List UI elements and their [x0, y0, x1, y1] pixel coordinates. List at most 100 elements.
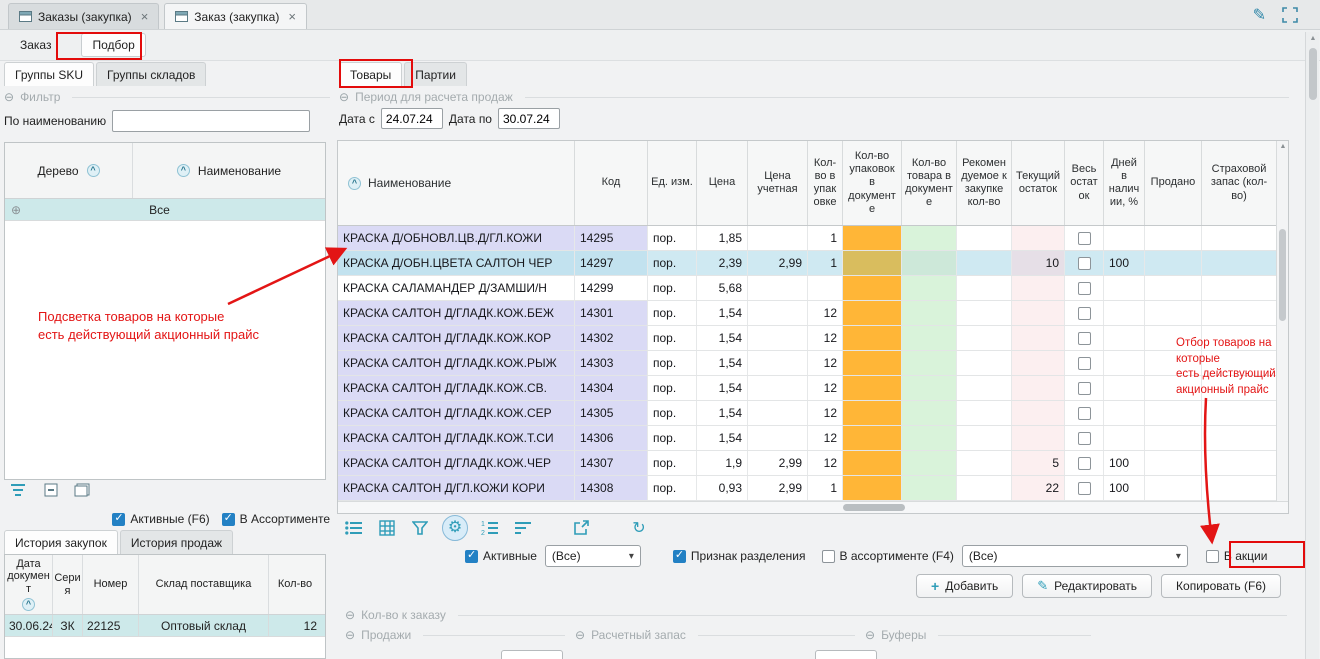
checkbox-checked-icon[interactable]: ✓: [112, 513, 125, 526]
fullscreen-icon[interactable]: [1282, 7, 1298, 23]
division-checkbox[interactable]: ✓ Признак разделения: [673, 549, 806, 563]
close-icon[interactable]: ×: [141, 9, 149, 24]
buffers-group-header[interactable]: ⊖ Буферы: [865, 628, 1091, 642]
filter-funnel-icon[interactable]: [409, 517, 431, 539]
cell-packs-in-doc[interactable]: [843, 426, 902, 450]
whole-stock-checkbox[interactable]: [1078, 382, 1091, 395]
add-button[interactable]: + Добавить: [916, 574, 1013, 598]
column-current-stock[interactable]: Текущий остаток: [1012, 141, 1065, 225]
settings-gear-icon[interactable]: ⚙: [442, 515, 468, 541]
column-goods-in-doc[interactable]: Кол-во товара в документе: [902, 141, 957, 225]
checkbox-unchecked-icon[interactable]: [1206, 550, 1219, 563]
column-days-available[interactable]: Дней в наличии, %: [1104, 141, 1145, 225]
group-filter-select[interactable]: (Все) ▾: [545, 545, 641, 567]
whole-stock-checkbox[interactable]: [1078, 482, 1091, 495]
table-row[interactable]: КРАСКА САЛТОН Д/ГЛАДК.КОЖ.БЕЖ 14301 пор.…: [338, 301, 1276, 326]
collapse-icon[interactable]: ⊖: [345, 629, 355, 641]
qty-group-header[interactable]: ⊖ Кол-во к заказу: [345, 608, 1287, 622]
scroll-up-icon[interactable]: ▲: [1277, 143, 1289, 150]
column-unit[interactable]: Ед. изм.: [648, 141, 697, 225]
checkbox-checked-icon[interactable]: ✓: [222, 513, 235, 526]
tab-purchase-history[interactable]: История закупок: [4, 530, 118, 554]
column-packs-in-doc[interactable]: Кол-во упаковок в документе: [843, 141, 902, 225]
edit-button[interactable]: ✎ Редактировать: [1022, 574, 1152, 598]
cut-off-control[interactable]: [501, 650, 563, 659]
whole-stock-checkbox[interactable]: [1078, 282, 1091, 295]
cell-packs-in-doc[interactable]: [843, 276, 902, 300]
open-external-icon[interactable]: [570, 517, 592, 539]
column-name[interactable]: ^ Наименование: [338, 141, 575, 225]
cut-off-control[interactable]: [815, 650, 877, 659]
tab-sku-groups[interactable]: Группы SKU: [4, 62, 94, 86]
column-sold[interactable]: Продано: [1145, 141, 1202, 225]
table-vertical-scrollbar[interactable]: ▲: [1276, 141, 1288, 501]
column-whole-stock[interactable]: Весь остаток: [1065, 141, 1104, 225]
whole-stock-checkbox[interactable]: [1078, 307, 1091, 320]
column-series[interactable]: Серия: [53, 555, 83, 614]
sort-icon[interactable]: ^: [348, 177, 361, 190]
edit-pencil-icon[interactable]: ✎: [1253, 5, 1266, 25]
tab-sales-history[interactable]: История продаж: [120, 530, 233, 554]
collapse-icon[interactable]: ⊖: [575, 629, 585, 641]
filter-group-header[interactable]: ⊖ Фильтр: [4, 90, 330, 104]
table-row[interactable]: КРАСКА САЛТОН Д/ГЛАДК.КОЖ.СВ. 14304 пор.…: [338, 376, 1276, 401]
doc-tab-order[interactable]: Заказ (закупка) ×: [164, 3, 307, 29]
cell-packs-in-doc[interactable]: [843, 401, 902, 425]
tab-warehouse-groups[interactable]: Группы складов: [96, 62, 206, 86]
filter-funnel-icon[interactable]: [10, 483, 28, 497]
assortment-checkbox[interactable]: ✓ В Ассортименте: [222, 512, 330, 526]
column-number[interactable]: Номер: [83, 555, 139, 614]
date-to-input[interactable]: [498, 108, 560, 129]
sort-icon[interactable]: ^: [87, 164, 100, 177]
whole-stock-checkbox[interactable]: [1078, 457, 1091, 470]
active-f6-checkbox[interactable]: ✓ Активные (F6): [112, 512, 209, 526]
expand-all-icon[interactable]: [74, 483, 90, 497]
history-row[interactable]: 30.06.24 ЗК 22125 Оптовый склад 12: [5, 615, 325, 637]
column-code[interactable]: Код: [575, 141, 648, 225]
table-row[interactable]: КРАСКА САЛТОН Д/ГЛАДК.КОЖ.РЫЖ 14303 пор.…: [338, 351, 1276, 376]
close-icon[interactable]: ×: [288, 9, 296, 24]
scrollbar-thumb[interactable]: [843, 504, 905, 511]
list-view-icon[interactable]: [343, 517, 365, 539]
column-safety-stock[interactable]: Страховой запас (кол-во): [1202, 141, 1276, 225]
cell-packs-in-doc[interactable]: [843, 476, 902, 500]
assortment-filter-select[interactable]: (Все) ▾: [962, 545, 1188, 567]
table-horizontal-scrollbar[interactable]: [338, 501, 1288, 513]
filter-name-input[interactable]: [112, 110, 310, 132]
column-qty[interactable]: Кол-во: [269, 555, 321, 614]
date-from-input[interactable]: [381, 108, 443, 129]
tab-order[interactable]: Заказ: [10, 34, 61, 56]
table-row[interactable]: КРАСКА САЛТОН Д/ГЛ.КОЖИ КОРИ 14308 пор. …: [338, 476, 1276, 501]
column-tree[interactable]: Дерево ^: [5, 143, 133, 198]
sort-icon[interactable]: ^: [177, 164, 190, 177]
cell-packs-in-doc[interactable]: [843, 226, 902, 250]
doc-tab-orders-list[interactable]: Заказы (закупка) ×: [8, 3, 159, 29]
cell-packs-in-doc[interactable]: [843, 301, 902, 325]
whole-stock-checkbox[interactable]: [1078, 432, 1091, 445]
table-row[interactable]: КРАСКА Д/ОБНОВЛ.ЦВ.Д/ГЛ.КОЖИ 14295 пор. …: [338, 226, 1276, 251]
tab-goods[interactable]: Товары: [339, 62, 402, 86]
expand-icon[interactable]: ⊕: [11, 203, 21, 217]
column-recommended-qty[interactable]: Рекомендуемое к закупке кол-во: [957, 141, 1012, 225]
collapse-icon[interactable]: ⊖: [339, 91, 349, 103]
scroll-up-icon[interactable]: ▲: [1306, 35, 1320, 42]
column-qty-per-pack[interactable]: Кол-во в упаковке: [808, 141, 843, 225]
column-price[interactable]: Цена: [697, 141, 748, 225]
active-checkbox[interactable]: ✓ Активные: [465, 549, 537, 563]
tab-batches[interactable]: Партии: [404, 62, 467, 86]
column-doc-date[interactable]: Дата документ^: [5, 555, 53, 614]
scrollbar-thumb[interactable]: [1309, 48, 1317, 100]
grid-view-icon[interactable]: [376, 517, 398, 539]
checkbox-checked-icon[interactable]: ✓: [465, 550, 478, 563]
assortment-f4-checkbox[interactable]: В ассортименте (F4): [822, 549, 954, 563]
refresh-icon[interactable]: ↻: [628, 517, 650, 539]
whole-stock-checkbox[interactable]: [1078, 257, 1091, 270]
cell-packs-in-doc[interactable]: [843, 451, 902, 475]
column-supplier-warehouse[interactable]: Склад поставщика: [139, 555, 269, 614]
checkbox-unchecked-icon[interactable]: [822, 550, 835, 563]
sort-icon[interactable]: ^: [22, 598, 35, 611]
table-row[interactable]: КРАСКА САЛТОН Д/ГЛАДК.КОЖ.ЧЕР 14307 пор.…: [338, 451, 1276, 476]
period-group-header[interactable]: ⊖ Период для расчета продаж: [339, 90, 1289, 104]
promo-checkbox[interactable]: В акции: [1206, 549, 1268, 563]
cell-packs-in-doc[interactable]: [843, 351, 902, 375]
